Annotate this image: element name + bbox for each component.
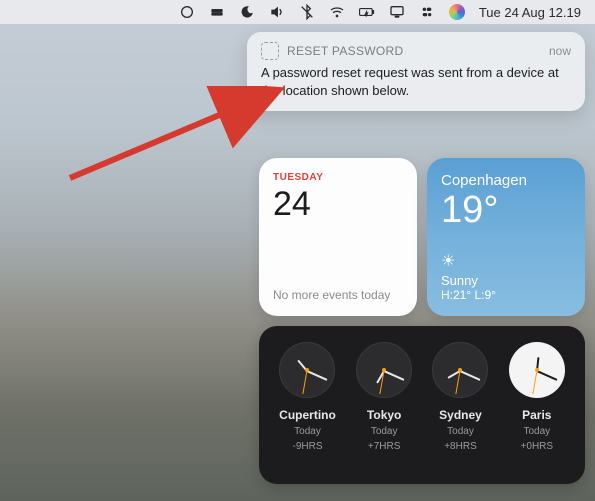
clock-face: [356, 342, 412, 398]
notification-header: RESET PASSWORD now: [261, 42, 571, 60]
calendar-widget[interactable]: TUESDAY 24 No more events today: [259, 158, 417, 316]
notification-body: A password reset request was sent from a…: [261, 64, 571, 99]
clock-day-label: Today: [523, 426, 550, 437]
sun-icon: ☀︎: [441, 251, 571, 271]
volume-icon[interactable]: [269, 4, 285, 20]
clock-sydney: Sydney Today +8HRS: [432, 342, 488, 470]
clock-offset-label: +7HRS: [368, 441, 401, 452]
widgets-row: TUESDAY 24 No more events today Copenhag…: [259, 158, 585, 316]
clock-day-label: Today: [371, 426, 398, 437]
do-not-disturb-icon[interactable]: [239, 4, 255, 20]
weather-condition: Sunny: [441, 273, 571, 288]
clock-offset-label: +0HRS: [521, 441, 554, 452]
clock-offset-label: +8HRS: [444, 441, 477, 452]
weather-city: Copenhagen: [441, 172, 571, 189]
clock-city-label: Cupertino: [279, 408, 336, 422]
creative-cloud-icon[interactable]: [179, 4, 195, 20]
control-center-icon[interactable]: [419, 4, 435, 20]
battery-icon[interactable]: [359, 4, 375, 20]
clock-day-label: Today: [447, 426, 474, 437]
clock-paris: Paris Today +0HRS: [509, 342, 565, 470]
disk-icon[interactable]: [209, 4, 225, 20]
calendar-day-label: TUESDAY: [273, 172, 403, 183]
clock-tokyo: Tokyo Today +7HRS: [356, 342, 412, 470]
clock-face: [509, 342, 565, 398]
notification-title: RESET PASSWORD: [287, 44, 541, 58]
clock-city-label: Paris: [522, 408, 551, 422]
wifi-icon[interactable]: [329, 4, 345, 20]
clock-day-label: Today: [294, 426, 321, 437]
screen-mirror-icon[interactable]: [389, 4, 405, 20]
menubar: Tue 24 Aug 12.19: [0, 0, 595, 24]
world-clock-widget[interactable]: Cupertino Today -9HRS Tokyo Today +7HRS …: [259, 326, 585, 484]
clock-city-label: Tokyo: [367, 408, 401, 422]
notification-app-icon: [261, 42, 279, 60]
clock-cupertino: Cupertino Today -9HRS: [279, 342, 336, 470]
notification-banner[interactable]: RESET PASSWORD now A password reset requ…: [247, 32, 585, 111]
clock-offset-label: -9HRS: [292, 441, 322, 452]
clock-face: [279, 342, 335, 398]
weather-widget[interactable]: Copenhagen 19° ☀︎ Sunny H:21° L:9°: [427, 158, 585, 316]
siri-icon[interactable]: [449, 4, 465, 20]
notification-timestamp: now: [549, 44, 571, 58]
weather-high-low: H:21° L:9°: [441, 288, 571, 302]
calendar-events-text: No more events today: [273, 288, 403, 302]
bluetooth-off-icon[interactable]: [299, 4, 315, 20]
clock-face: [432, 342, 488, 398]
calendar-date-number: 24: [273, 185, 403, 224]
weather-temperature: 19°: [441, 191, 571, 229]
clock-city-label: Sydney: [439, 408, 482, 422]
menubar-datetime[interactable]: Tue 24 Aug 12.19: [479, 5, 581, 20]
